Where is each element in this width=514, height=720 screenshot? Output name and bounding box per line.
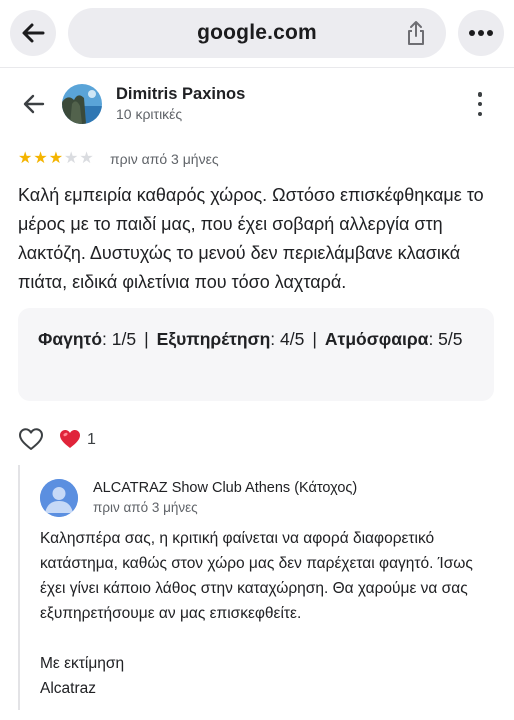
attr-atmosphere-label: Ατμόσφαιρα: [324, 329, 429, 349]
reply-closing: Με εκτίμηση: [40, 655, 125, 672]
star-filled-icon: ★: [48, 150, 64, 167]
owner-name[interactable]: ALCATRAZ Show Club Athens (Κάτοχος): [93, 480, 357, 496]
reply-spacer: [40, 626, 500, 651]
reply-date: πριν από 3 μήνες: [93, 500, 198, 515]
reviewer-name[interactable]: Dimitris Paxinos: [116, 85, 245, 104]
reply-indent-bar: [18, 465, 20, 710]
reply-paragraph: Καλησπέρα σας, η κριτική φαίνεται να αφο…: [40, 530, 473, 622]
avatar-photo: [62, 84, 102, 124]
person-icon: [40, 479, 78, 517]
review-back-arrow-icon[interactable]: [20, 90, 48, 118]
reviewer-avatar[interactable]: [62, 84, 102, 124]
attr-separator: |: [312, 329, 317, 349]
browser-back-button[interactable]: [10, 10, 56, 56]
like-heart-outline-icon[interactable]: [18, 427, 44, 451]
review-more-options-icon[interactable]: [472, 92, 488, 116]
more-dots-icon: [469, 30, 493, 36]
red-heart-reaction-icon[interactable]: [59, 428, 81, 450]
attr-service-label: Εξυπηρέτηση: [156, 329, 271, 349]
star-filled-icon: ★: [18, 150, 33, 167]
review-date: πριν από 3 μήνες: [110, 151, 219, 167]
reaction-count: 1: [87, 431, 96, 448]
browser-more-button[interactable]: [458, 10, 504, 56]
url-text[interactable]: google.com: [68, 8, 446, 58]
star-empty-icon: ★: [79, 150, 94, 167]
attr-food-value: : 1/5: [102, 329, 137, 349]
star-filled-icon: ★: [33, 150, 48, 167]
browser-toolbar: google.com: [0, 0, 514, 68]
reviewer-review-count: 10 κριτικές: [116, 106, 183, 122]
address-bar[interactable]: google.com: [68, 8, 446, 58]
owner-avatar[interactable]: [40, 479, 78, 517]
back-arrow-icon: [22, 23, 45, 43]
attr-separator: |: [144, 329, 149, 349]
attr-service-value: : 4/5: [270, 329, 305, 349]
reply-signature: Alcatraz: [40, 680, 96, 697]
attr-food-label: Φαγητό: [38, 329, 103, 349]
star-rating: ★ ★ ★ ★ ★: [18, 151, 94, 167]
share-icon[interactable]: [404, 20, 428, 46]
reply-text: Καλησπέρα σας, η κριτική φαίνεται να αφο…: [40, 526, 500, 701]
star-empty-icon: ★: [64, 150, 79, 167]
attr-atmosphere-value: : 5/5: [428, 329, 463, 349]
review-text: Καλή εμπειρία καθαρός χώρος. Ωστόσο επισ…: [18, 185, 484, 292]
rating-breakdown-card: Φαγητό: 1/5 | Εξυπηρέτηση: 4/5 | Ατμόσφαιρα:…: [18, 308, 494, 401]
